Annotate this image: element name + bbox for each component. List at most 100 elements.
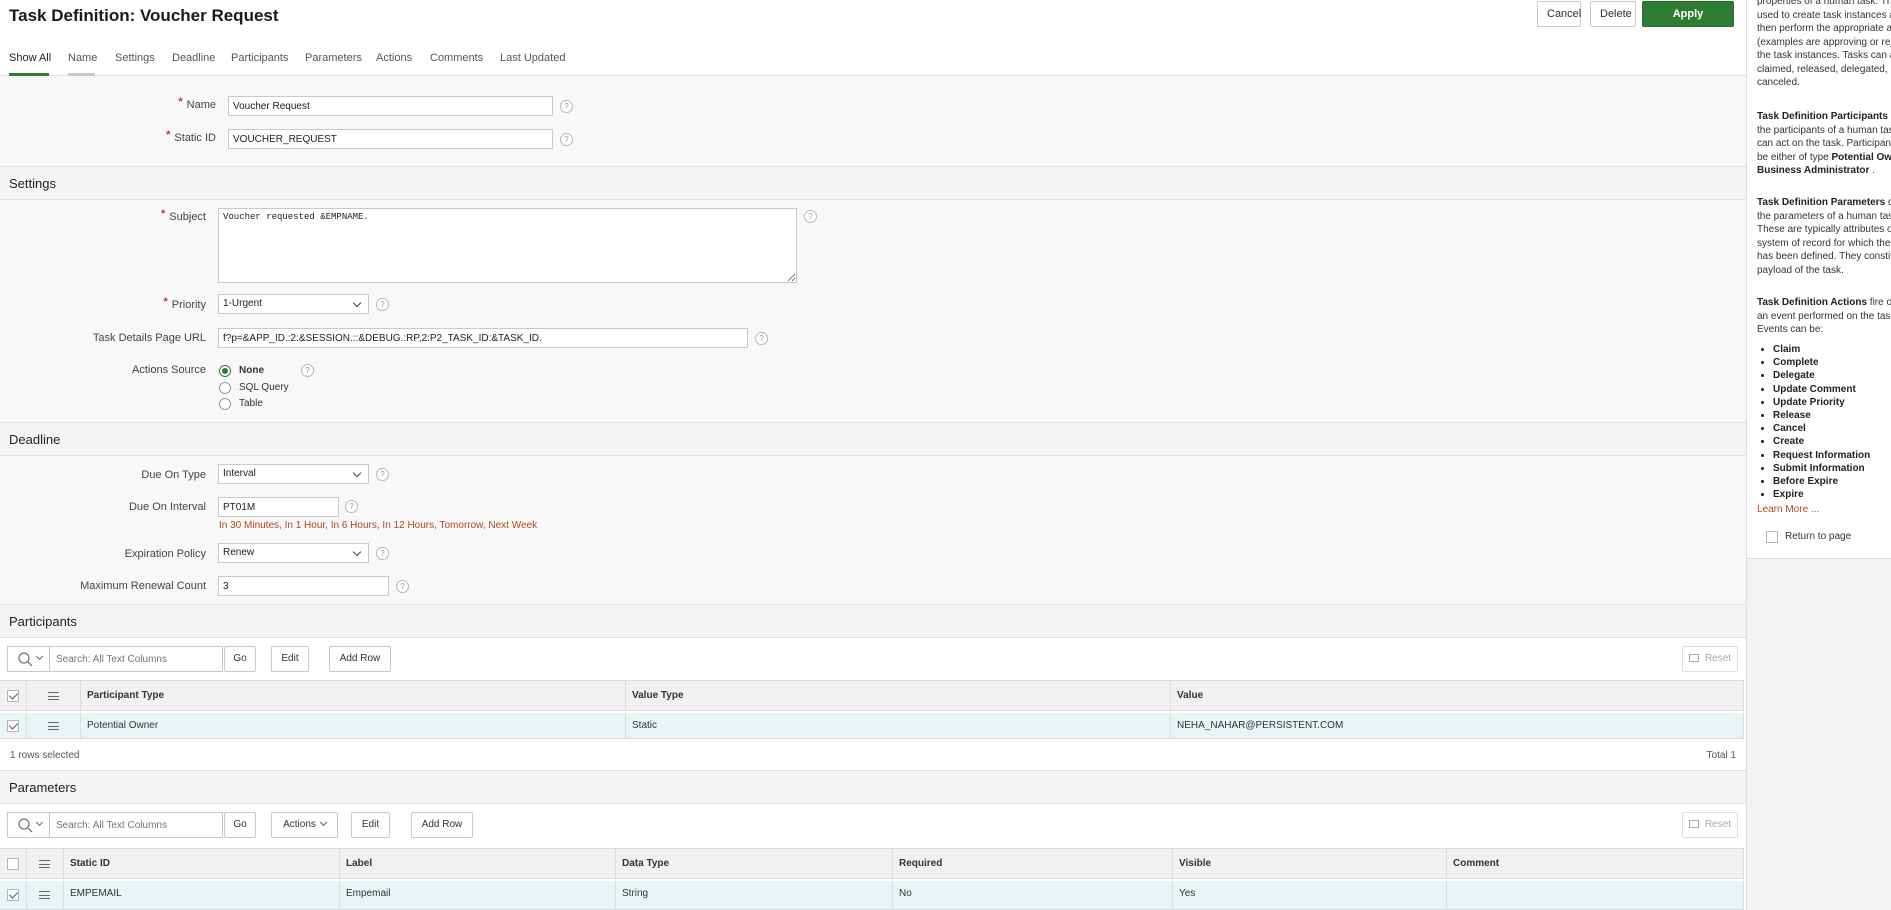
tab-name[interactable]: Name: [68, 52, 97, 76]
parameters-add-row-button[interactable]: Add Row: [411, 812, 473, 838]
actions-source-label: Actions Source: [132, 364, 206, 376]
column-header[interactable]: Label: [340, 849, 616, 878]
select-all-checkbox[interactable]: [7, 858, 19, 870]
radio-none[interactable]: [219, 365, 231, 377]
select-all-checkbox[interactable]: [7, 690, 19, 702]
menu-icon[interactable]: [39, 891, 50, 899]
max-renewal-label: Maximum Renewal Count: [80, 580, 206, 592]
table-row[interactable]: Potential Owner Static NEHA_NAHAR@PERSIS…: [0, 713, 1744, 739]
list-item: Request Information: [1773, 449, 1870, 462]
help-icon[interactable]: ?: [345, 500, 358, 513]
task-url-label: Task Details Page URL: [92, 332, 206, 344]
max-renewal-input[interactable]: [218, 576, 389, 596]
table-cell[interactable]: String: [616, 881, 893, 909]
apply-changes-button[interactable]: Apply Changes: [1642, 1, 1734, 44]
radio-none-label: None: [239, 365, 264, 376]
row-select-cell: [0, 713, 27, 738]
task-url-input[interactable]: [218, 328, 748, 348]
radio-sql-query-label: SQL Query: [239, 382, 289, 393]
due-interval-label: Due On Interval: [128, 501, 206, 513]
column-header[interactable]: Value Type: [626, 681, 1171, 710]
help-icon[interactable]: ?: [560, 133, 573, 146]
participants-go-button[interactable]: Go: [224, 646, 256, 672]
participants-reset-button[interactable]: Reset: [1682, 646, 1738, 672]
reset-label: Reset: [1704, 819, 1732, 830]
column-header[interactable]: Comment: [1447, 849, 1744, 878]
radio-table[interactable]: [219, 398, 231, 410]
tab-comments[interactable]: Comments: [430, 52, 483, 76]
help-icon[interactable]: ?: [804, 210, 817, 223]
column-header[interactable]: Data Type: [616, 849, 893, 878]
help-icon[interactable]: ?: [396, 580, 409, 593]
table-cell[interactable]: EMPEMAIL: [64, 881, 340, 909]
help-potential-owner: Potential Owner: [1831, 151, 1891, 163]
help-icon[interactable]: ?: [376, 547, 389, 560]
help-icon[interactable]: ?: [755, 332, 768, 345]
table-cell[interactable]: Empemail: [340, 881, 616, 909]
radio-sql-query[interactable]: [219, 382, 231, 394]
search-column-picker[interactable]: [8, 813, 50, 837]
table-cell[interactable]: Yes: [1173, 881, 1447, 909]
expiration-label: Expiration Policy: [124, 548, 206, 560]
parameters-reset-button[interactable]: Reset: [1682, 812, 1738, 838]
total-rows-text: Total 1: [1706, 750, 1736, 761]
tab-deadline[interactable]: Deadline: [172, 52, 215, 76]
help-events-list: Claim Complete Delegate Update Comment U…: [1773, 343, 1870, 501]
table-cell[interactable]: Static: [626, 713, 1171, 738]
due-type-value: Interval: [223, 468, 256, 479]
column-header[interactable]: Static ID: [64, 849, 340, 878]
cancel-button[interactable]: Cancel: [1537, 1, 1581, 27]
expiration-select[interactable]: Renew: [218, 543, 369, 563]
due-type-select[interactable]: Interval: [218, 464, 369, 484]
column-header[interactable]: Value: [1171, 681, 1744, 710]
help-icon[interactable]: ?: [376, 298, 389, 311]
tab-settings[interactable]: Settings: [115, 52, 155, 76]
parameters-edit-button[interactable]: Edit: [351, 812, 390, 838]
due-interval-input[interactable]: [218, 497, 339, 517]
participants-header-row: Participant Type Value Type Value: [0, 680, 1744, 711]
column-header[interactable]: Required: [893, 849, 1173, 878]
row-checkbox[interactable]: [7, 889, 19, 901]
participants-search-input[interactable]: [56, 650, 216, 668]
table-row[interactable]: EMPEMAIL Empemail String No Yes: [0, 881, 1744, 910]
table-cell[interactable]: [1447, 881, 1744, 909]
participants-grid: Go Edit Add Row Reset Participant Type V…: [0, 638, 1746, 770]
help-icon[interactable]: ?: [376, 468, 389, 481]
help-icon[interactable]: ?: [560, 100, 573, 113]
search-column-picker[interactable]: [8, 647, 50, 671]
parameters-actions-button[interactable]: Actions: [271, 812, 338, 838]
participants-edit-button[interactable]: Edit: [271, 646, 309, 672]
row-checkbox[interactable]: [7, 720, 19, 732]
table-cell[interactable]: Potential Owner: [81, 713, 626, 738]
required-marker: *: [166, 129, 171, 141]
list-item: Before Expire: [1773, 475, 1870, 488]
tab-actions[interactable]: Actions: [376, 52, 412, 76]
table-cell[interactable]: NEHA_NAHAR@PERSISTENT.COM: [1171, 713, 1744, 738]
subject-textarea[interactable]: Voucher requested &EMPNAME.: [218, 208, 797, 283]
list-item: Expire: [1773, 488, 1870, 501]
participants-title: Participants: [9, 614, 77, 629]
parameters-go-button[interactable]: Go: [224, 812, 256, 838]
list-item: Claim: [1773, 343, 1870, 356]
table-cell[interactable]: No: [893, 881, 1173, 909]
tab-show-all[interactable]: Show All: [9, 52, 51, 76]
help-icon[interactable]: ?: [301, 364, 314, 377]
tab-parameters[interactable]: Parameters: [305, 52, 362, 76]
tab-last-updated[interactable]: Last Updated: [500, 52, 565, 76]
interval-quick-picks[interactable]: In 30 Minutes, In 1 Hour, In 6 Hours, In…: [219, 520, 537, 531]
delete-button[interactable]: Delete: [1590, 1, 1636, 27]
column-header[interactable]: Participant Type: [81, 681, 626, 710]
parameters-search-input[interactable]: [56, 816, 216, 834]
participants-add-row-button[interactable]: Add Row: [329, 646, 391, 672]
list-item: Update Priority: [1773, 396, 1870, 409]
return-to-page-checkbox[interactable]: [1766, 531, 1778, 543]
name-input[interactable]: [228, 96, 553, 116]
static-id-input[interactable]: [228, 129, 553, 149]
learn-more-link[interactable]: Learn More ...: [1757, 504, 1819, 515]
menu-icon[interactable]: [48, 722, 59, 730]
list-item: Release: [1773, 409, 1870, 422]
priority-select[interactable]: 1-Urgent: [218, 294, 369, 314]
tab-participants[interactable]: Participants: [231, 52, 288, 76]
column-header[interactable]: Visible: [1173, 849, 1447, 878]
parameters-header: Parameters: [0, 770, 1746, 804]
